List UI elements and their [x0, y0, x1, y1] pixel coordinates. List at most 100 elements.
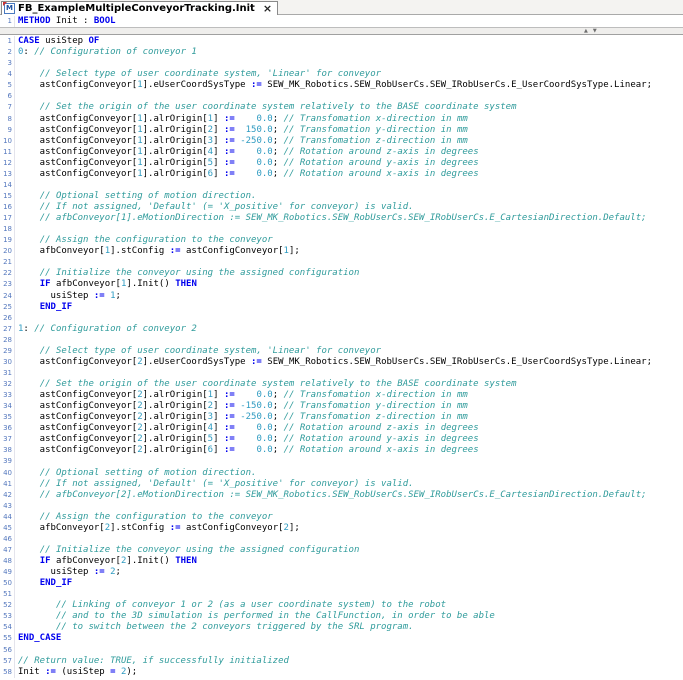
code-line[interactable]: 33 astConfigConveyor[2].alrOrigin[1] := … — [0, 390, 683, 401]
code-line[interactable]: 8 astConfigConveyor[1].alrOrigin[1] := 0… — [0, 114, 683, 125]
code-line[interactable]: 26 — [0, 313, 683, 324]
code-line[interactable]: 15 // Optional setting of motion directi… — [0, 191, 683, 202]
code-text: usiStep := 2; — [15, 567, 121, 578]
code-line[interactable]: 18 — [0, 224, 683, 235]
splitter-down-icon[interactable]: ▼ — [593, 28, 597, 34]
code-text: afbConveyor[1].stConfig := astConfigConv… — [15, 246, 300, 257]
code-text: // Initialize the conveyor using the ass… — [15, 545, 359, 556]
code-line[interactable]: 13 astConfigConveyor[1].alrOrigin[6] := … — [0, 169, 683, 180]
declaration-pane[interactable]: 1METHOD Init : BOOL — [0, 15, 683, 27]
code-text — [15, 501, 18, 512]
code-text: // Assign the configuration to the conve… — [15, 512, 273, 523]
code-line[interactable]: 43 — [0, 501, 683, 512]
code-line[interactable]: 12 astConfigConveyor[1].alrOrigin[5] := … — [0, 158, 683, 169]
code-line[interactable]: 56 — [0, 645, 683, 656]
code-line[interactable]: 14 — [0, 180, 683, 191]
line-number: 43 — [0, 501, 15, 512]
code-line[interactable]: 3 — [0, 58, 683, 69]
line-number: 21 — [0, 257, 15, 268]
line-number: 23 — [0, 279, 15, 290]
code-line[interactable]: 40 // Optional setting of motion directi… — [0, 468, 683, 479]
code-line[interactable]: 41 // If not assigned, 'Default' (= 'X_p… — [0, 479, 683, 490]
code-text — [15, 224, 18, 235]
code-line[interactable]: 1METHOD Init : BOOL — [0, 16, 683, 27]
code-line[interactable]: 10 astConfigConveyor[1].alrOrigin[3] := … — [0, 136, 683, 147]
code-line[interactable]: 42 // afbConveyor[2].eMotionDirection :=… — [0, 490, 683, 501]
code-line[interactable]: 49 usiStep := 2; — [0, 567, 683, 578]
code-line[interactable]: 7 // Set the origin of the user coordina… — [0, 102, 683, 113]
code-line[interactable]: 25 END_IF — [0, 302, 683, 313]
code-line[interactable]: 57// Return value: TRUE, if successfully… — [0, 656, 683, 667]
line-number: 15 — [0, 191, 15, 202]
code-line[interactable]: 39 — [0, 456, 683, 467]
code-line[interactable]: 20 afbConveyor[1].stConfig := astConfigC… — [0, 246, 683, 257]
code-line[interactable]: 17 // afbConveyor[1].eMotionDirection :=… — [0, 213, 683, 224]
splitter-arrows: ▲ ▼ — [584, 28, 597, 34]
code-line[interactable]: 5 astConfigConveyor[1].eUserCoordSysType… — [0, 80, 683, 91]
code-text: astConfigConveyor[1].alrOrigin[6] := 0.0… — [15, 169, 479, 180]
line-number: 45 — [0, 523, 15, 534]
code-text — [15, 180, 18, 191]
code-line[interactable]: 22 // Initialize the conveyor using the … — [0, 268, 683, 279]
code-line[interactable]: 6 — [0, 91, 683, 102]
line-number: 36 — [0, 423, 15, 434]
implementation-pane[interactable]: 1CASE usiStep OF20: // Configuration of … — [0, 35, 683, 678]
code-line[interactable]: 21 — [0, 257, 683, 268]
line-number: 35 — [0, 412, 15, 423]
code-line[interactable]: 44 // Assign the configuration to the co… — [0, 512, 683, 523]
code-line[interactable]: 31 — [0, 368, 683, 379]
code-text — [15, 534, 18, 545]
tab-document[interactable]: M FB_ExampleMultipleConveyorTracking.Ini… — [1, 1, 278, 15]
code-line[interactable]: 46 — [0, 534, 683, 545]
code-text: // Optional setting of motion direction. — [15, 468, 256, 479]
code-text: END_IF — [15, 302, 72, 313]
code-text: CASE usiStep OF — [15, 36, 99, 47]
code-text: astConfigConveyor[2].alrOrigin[5] := 0.0… — [15, 434, 479, 445]
code-line[interactable]: 53 // and to the 3D simulation is perfor… — [0, 611, 683, 622]
code-line[interactable]: 38 astConfigConveyor[2].alrOrigin[6] := … — [0, 445, 683, 456]
code-line[interactable]: 28 — [0, 335, 683, 346]
code-line[interactable]: 9 astConfigConveyor[1].alrOrigin[2] := 1… — [0, 125, 683, 136]
code-line[interactable]: 35 astConfigConveyor[2].alrOrigin[3] := … — [0, 412, 683, 423]
code-line[interactable]: 58Init := (usiStep = 2); — [0, 667, 683, 678]
code-line[interactable]: 11 astConfigConveyor[1].alrOrigin[4] := … — [0, 147, 683, 158]
code-line[interactable]: 20: // Configuration of conveyor 1 — [0, 47, 683, 58]
code-text: // to switch between the 2 conveyors tri… — [15, 622, 414, 633]
code-line[interactable]: 37 astConfigConveyor[2].alrOrigin[5] := … — [0, 434, 683, 445]
code-line[interactable]: 54 // to switch between the 2 conveyors … — [0, 622, 683, 633]
line-number: 33 — [0, 390, 15, 401]
code-text — [15, 313, 18, 324]
code-line[interactable]: 4 // Select type of user coordinate syst… — [0, 69, 683, 80]
code-line[interactable]: 36 astConfigConveyor[2].alrOrigin[4] := … — [0, 423, 683, 434]
line-number: 42 — [0, 490, 15, 501]
code-line[interactable]: 51 — [0, 589, 683, 600]
code-line[interactable]: 48 IF afbConveyor[2].Init() THEN — [0, 556, 683, 567]
code-line[interactable]: 23 IF afbConveyor[1].Init() THEN — [0, 279, 683, 290]
code-line[interactable]: 52 // Linking of conveyor 1 or 2 (as a u… — [0, 600, 683, 611]
code-line[interactable]: 19 // Assign the configuration to the co… — [0, 235, 683, 246]
code-line[interactable]: 47 // Initialize the conveyor using the … — [0, 545, 683, 556]
line-number: 18 — [0, 224, 15, 235]
code-line[interactable]: 271: // Configuration of conveyor 2 — [0, 324, 683, 335]
code-line[interactable]: 34 astConfigConveyor[2].alrOrigin[2] := … — [0, 401, 683, 412]
code-text: // afbConveyor[2].eMotionDirection := SE… — [15, 490, 647, 501]
line-number: 31 — [0, 368, 15, 379]
code-text: Init := (usiStep = 2); — [15, 667, 137, 678]
code-line[interactable]: 55END_CASE — [0, 633, 683, 644]
code-line[interactable]: 1CASE usiStep OF — [0, 36, 683, 47]
declaration-implementation-splitter[interactable]: ▲ ▼ — [0, 27, 683, 35]
code-line[interactable]: 50 END_IF — [0, 578, 683, 589]
code-text: astConfigConveyor[2].alrOrigin[2] := -15… — [15, 401, 468, 412]
code-line[interactable]: 30 astConfigConveyor[2].eUserCoordSysTyp… — [0, 357, 683, 368]
code-line[interactable]: 32 // Set the origin of the user coordin… — [0, 379, 683, 390]
code-line[interactable]: 24 usiStep := 1; — [0, 291, 683, 302]
splitter-up-icon[interactable]: ▲ — [584, 28, 588, 34]
line-number: 53 — [0, 611, 15, 622]
close-icon[interactable]: × — [263, 4, 272, 14]
code-line[interactable]: 16 // If not assigned, 'Default' (= 'X_p… — [0, 202, 683, 213]
code-text: usiStep := 1; — [15, 291, 121, 302]
code-text — [15, 645, 18, 656]
code-line[interactable]: 45 afbConveyor[2].stConfig := astConfigC… — [0, 523, 683, 534]
line-number: 54 — [0, 622, 15, 633]
code-line[interactable]: 29 // Select type of user coordinate sys… — [0, 346, 683, 357]
